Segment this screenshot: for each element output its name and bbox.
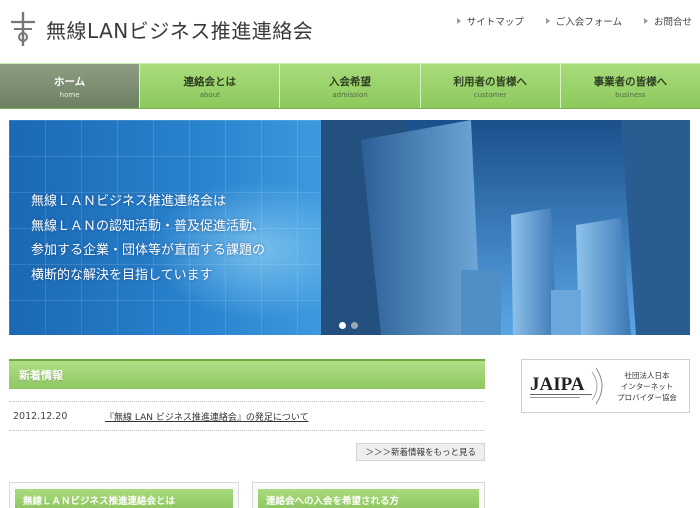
nav-item-business[interactable]: 事業者の皆様へ business bbox=[559, 64, 700, 108]
nav-item-home[interactable]: ホーム home bbox=[0, 64, 140, 108]
slider-dots bbox=[339, 322, 358, 329]
jaipa-name-line: インターネット bbox=[620, 381, 674, 391]
about-box-header[interactable]: 無線ＬＡＮビジネス推進連絡会とは bbox=[15, 489, 233, 508]
news-title: 新着情報 bbox=[19, 369, 63, 382]
arrow-right-icon bbox=[643, 18, 648, 24]
hero-line: 無線ＬＡＮの認知活動・普及促進活動、 bbox=[31, 218, 266, 234]
jaipa-logo: JAIPA bbox=[530, 367, 603, 405]
svg-text:JAIPA: JAIPA bbox=[530, 374, 585, 395]
about-box: 無線ＬＡＮビジネス推進連絡会とは bbox=[9, 482, 239, 508]
sitemap-link-label: サイトマップ bbox=[466, 17, 524, 28]
skyscrapers-image bbox=[321, 120, 690, 335]
nav-item-sub: admission bbox=[332, 90, 368, 99]
jaipa-name: 社団法人日本 インターネット プロバイダー協会 bbox=[608, 370, 686, 403]
news-item: 2012.12.20 『無線 LAN ビジネス推進連絡会』の発足について bbox=[9, 401, 485, 431]
site-logo[interactable]: 無線LANビジネス推進連絡会 bbox=[8, 10, 313, 48]
nav-item-customer[interactable]: 利用者の皆様へ customer bbox=[419, 64, 560, 108]
news-link[interactable]: 『無線 LAN ビジネス推進連絡会』の発足について bbox=[105, 410, 309, 423]
contact-link-label: お問合せ bbox=[653, 17, 692, 28]
site-title: 無線LANビジネス推進連絡会 bbox=[46, 18, 314, 43]
slider-dot[interactable] bbox=[339, 322, 346, 329]
nav-item-sub: about bbox=[199, 90, 220, 99]
slider-dot[interactable] bbox=[351, 322, 358, 329]
nav-item-about[interactable]: 連絡会とは about bbox=[139, 64, 279, 108]
arrow-right-icon bbox=[545, 18, 550, 24]
sitemap-link[interactable]: サイトマップ bbox=[456, 14, 524, 28]
jaipa-name-line: プロバイダー協会 bbox=[617, 392, 677, 402]
join-form-link-label: ご入会フォーム bbox=[555, 17, 622, 28]
nav-item-label: 事業者の皆様へ bbox=[593, 75, 668, 88]
hero-banner: 無線ＬＡＮビジネス推進連絡会は 無線ＬＡＮの認知活動・普及促進活動、 参加する企… bbox=[9, 120, 690, 335]
hero-line: 無線ＬＡＮビジネス推進連絡会は bbox=[31, 194, 227, 209]
news-section: 新着情報 2012.12.20 『無線 LAN ビジネス推進連絡会』の発足につい… bbox=[9, 359, 485, 461]
arrow-right-icon bbox=[456, 18, 461, 24]
nav-item-label: 利用者の皆様へ bbox=[453, 75, 527, 88]
nav-item-label: 連絡会とは bbox=[183, 75, 237, 88]
nav-item-sub: business bbox=[615, 90, 646, 99]
antenna-icon bbox=[11, 12, 35, 46]
jaipa-banner[interactable]: JAIPA 社団法人日本 インターネット プロバイダー協会 bbox=[521, 359, 690, 413]
join-form-link[interactable]: ご入会フォーム bbox=[545, 14, 622, 28]
join-box-title: 連絡会への入会を希望される方 bbox=[266, 496, 400, 507]
nav-item-sub: customer bbox=[473, 90, 507, 99]
news-date: 2012.12.20 bbox=[13, 410, 68, 422]
main-nav: ホーム home 連絡会とは about 入会希望 admission 利用者の… bbox=[0, 63, 700, 109]
hero-message: 無線ＬＡＮビジネス推進連絡会は 無線ＬＡＮの認知活動・普及促進活動、 参加する企… bbox=[31, 190, 265, 288]
about-box-title: 無線ＬＡＮビジネス推進連絡会とは bbox=[23, 496, 176, 507]
nav-item-admission[interactable]: 入会希望 admission bbox=[279, 64, 419, 108]
nav-item-label: 入会希望 bbox=[329, 75, 371, 88]
news-header: 新着情報 bbox=[9, 359, 485, 389]
hero-line: 参加する企業・団体等が直面する課題の bbox=[31, 243, 266, 258]
jaipa-name-line: 社団法人日本 bbox=[624, 370, 670, 380]
hero-line: 横断的な解決を目指しています bbox=[31, 267, 213, 283]
contact-link[interactable]: お問合せ bbox=[643, 14, 692, 28]
join-box-header[interactable]: 連絡会への入会を希望される方 bbox=[258, 489, 479, 508]
nav-item-label: ホーム bbox=[54, 75, 86, 88]
utility-links: サイトマップ ご入会フォーム お問合せ bbox=[456, 14, 692, 28]
more-news-button[interactable]: ＞＞＞新着情報をもっと見る bbox=[356, 443, 485, 461]
join-box: 連絡会への入会を希望される方 bbox=[252, 482, 485, 508]
nav-item-sub: home bbox=[59, 90, 80, 99]
